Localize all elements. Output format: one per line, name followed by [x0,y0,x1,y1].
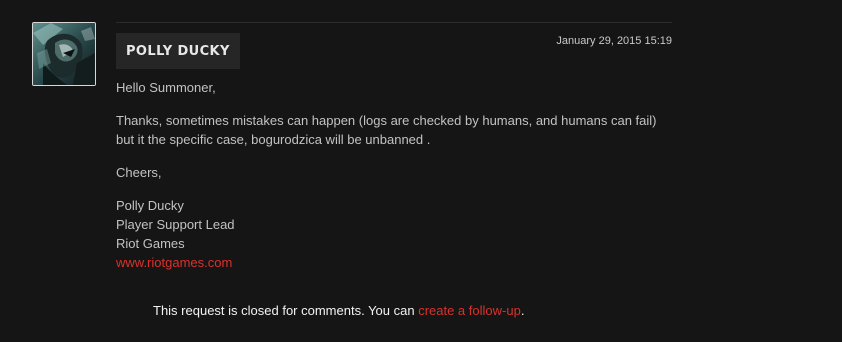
closed-notice-suffix: . [520,303,525,318]
post-divider [116,22,672,23]
author-name[interactable]: POLLY DUCKY [116,33,240,69]
greeting-text: Hello Summoner, [116,80,216,95]
champion-portrait-icon [33,23,95,85]
signature-name: Polly Ducky [116,198,184,213]
signature-company: Riot Games [116,236,185,251]
closed-notice-text: This request is closed for comments. You… [153,303,419,318]
message-paragraph: Thanks, sometimes mistakes can happen (l… [116,113,657,147]
post-timestamp: January 29, 2015 15:19 [556,35,672,47]
website-link[interactable]: www.riotgames.com [116,253,676,272]
signature-role: Player Support Lead [116,217,235,232]
create-follow-up-link[interactable]: create a follow-up [418,303,521,318]
signature-block: Polly Ducky Player Support Lead Riot Gam… [116,196,676,272]
closing-text: Cheers, [116,165,162,180]
request-comment-page: POLLY DUCKY January 29, 2015 15:19 Hello… [0,0,842,342]
comment-body: Hello Summoner, Thanks, sometimes mistak… [116,78,676,286]
comments-closed-notice: This request is closed for comments. You… [153,303,524,318]
author-avatar[interactable] [32,22,96,86]
